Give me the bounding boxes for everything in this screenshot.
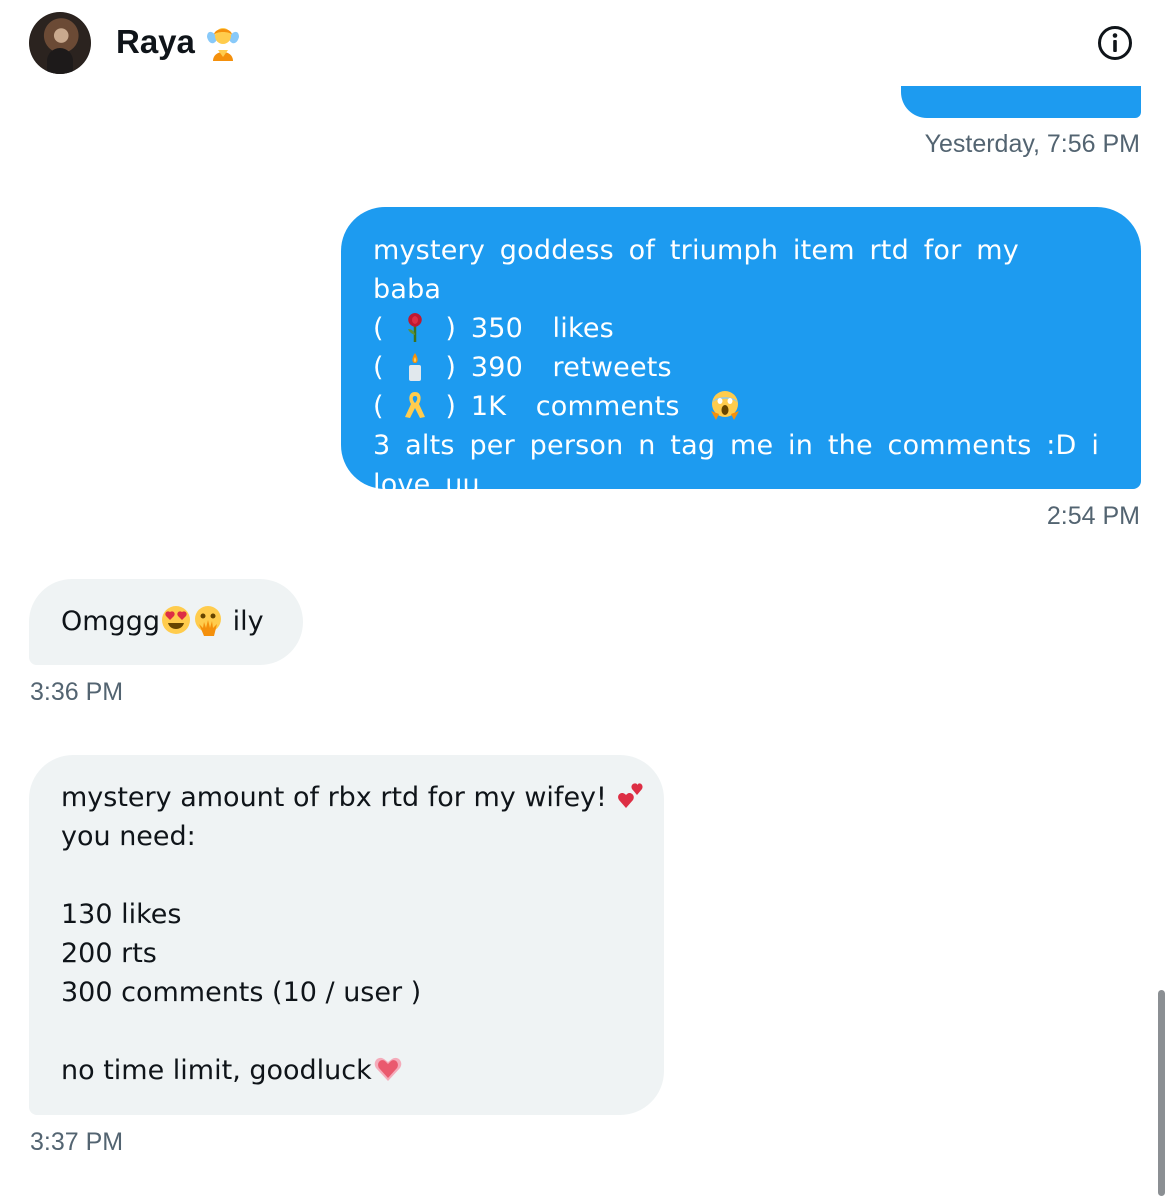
conversation-header: Raya xyxy=(0,0,1176,86)
received-message-bubble[interactable]: Omggg ily xyxy=(29,579,303,665)
info-icon[interactable] xyxy=(1096,24,1134,62)
message-line: mystery amount of rbx rtd for my wifey! xyxy=(61,782,616,813)
yellow-ribbon-icon xyxy=(399,389,431,421)
sent-message-bubble[interactable]: mystery goddess of triumph item rtd for … xyxy=(341,207,1141,500)
face-with-open-eyes-hand-icon xyxy=(192,604,224,636)
scrollbar-thumb[interactable] xyxy=(1158,990,1165,1196)
message-line: ( ) 1K comments xyxy=(373,391,741,422)
contact-name[interactable]: Raya xyxy=(116,22,195,62)
message-line: 3 alts per person n tag me in the commen… xyxy=(373,430,1114,500)
person-fairy-icon xyxy=(203,23,243,63)
heart-eyes-face-icon xyxy=(160,604,192,636)
two-hearts-icon xyxy=(615,780,647,812)
screaming-face-icon xyxy=(709,389,741,421)
message-timestamp: 2:54 PM xyxy=(1046,502,1140,530)
message-line: ( ) 350 likes xyxy=(373,313,614,344)
candle-icon xyxy=(399,350,431,382)
rose-icon xyxy=(399,311,431,343)
growing-heart-icon xyxy=(372,1053,404,1085)
message-text: Omggg xyxy=(61,606,160,637)
message-line: you need: xyxy=(61,821,196,852)
message-timestamp: Yesterday, 7:56 PM xyxy=(924,130,1140,158)
message-line: 130 likes xyxy=(61,899,182,930)
message-line: 200 rts xyxy=(61,938,157,969)
message-line: ( ) 390 retweets xyxy=(373,352,672,383)
message-line: 300 comments (10 / user ) xyxy=(61,977,422,1008)
avatar[interactable] xyxy=(29,12,91,74)
message-line: mystery goddess of triumph item rtd for … xyxy=(373,235,1034,305)
message-timestamp: 3:37 PM xyxy=(30,1128,124,1156)
message-timestamp: 3:36 PM xyxy=(30,678,124,706)
message-text: ily xyxy=(223,606,264,637)
message-line: no time limit, goodluck xyxy=(61,1055,372,1086)
received-message-bubble[interactable]: mystery amount of rbx rtd for my wifey! … xyxy=(29,755,664,1115)
